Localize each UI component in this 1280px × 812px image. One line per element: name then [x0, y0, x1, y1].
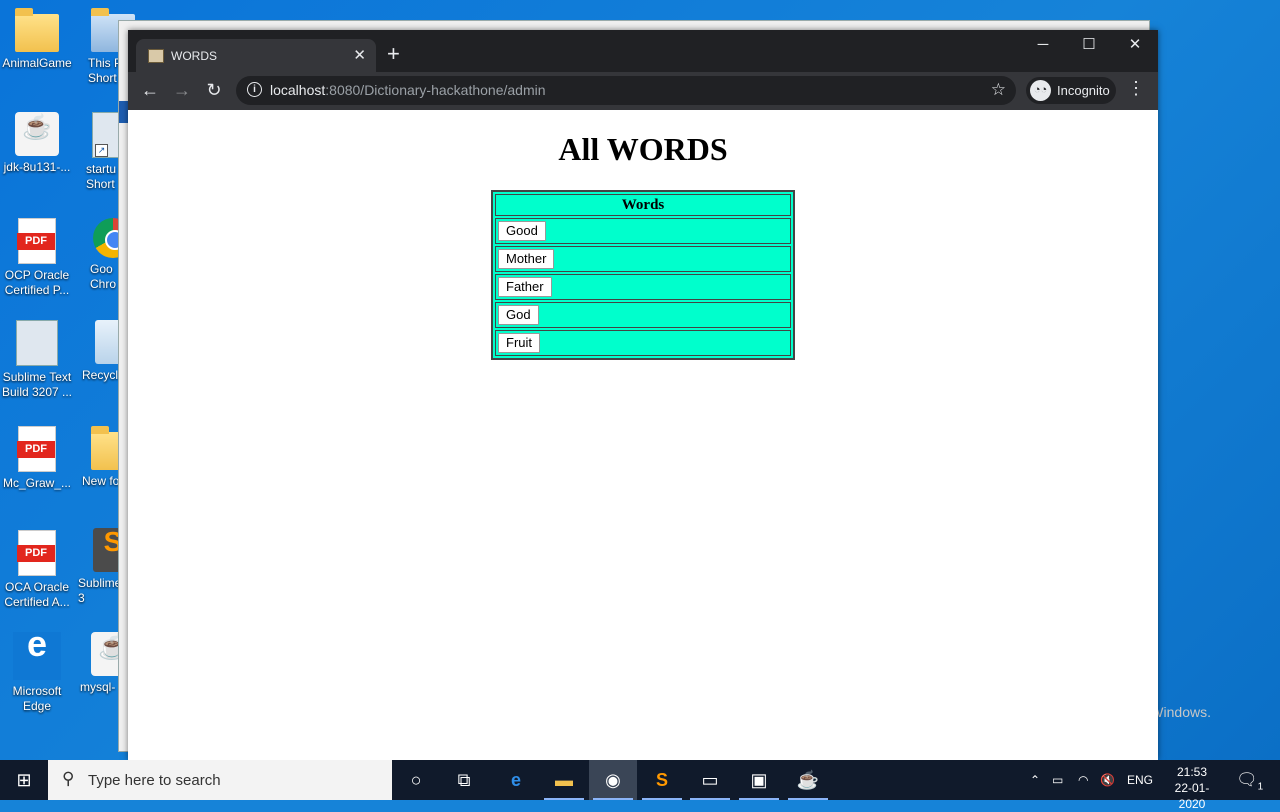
battery-icon[interactable]: ▭	[1052, 760, 1063, 800]
file-explorer-icon[interactable]: ▬	[540, 760, 588, 800]
address-bar[interactable]: i localhost:8080/Dictionary-hackathone/a…	[236, 76, 1016, 105]
pdf-file-icon: PDF	[17, 530, 56, 576]
sublime-taskbar-icon[interactable]: S	[638, 760, 686, 800]
url-path: :8080/Dictionary-hackathone/admin	[325, 82, 546, 98]
notification-icon[interactable]: 🗨1	[1236, 770, 1263, 792]
desktop-icon-label: Microsoft Edge	[12, 684, 62, 713]
back-arrow-icon[interactable]: ←	[138, 78, 162, 102]
installer-icon	[16, 320, 58, 366]
clock-date: 22-01-2020	[1174, 781, 1210, 811]
table-row: Fruit	[495, 330, 791, 356]
desktop-icon-ocp-pdf[interactable]: PDF OCP Oracle Certified P...	[0, 218, 74, 298]
pdf-file-icon: PDF	[17, 218, 56, 264]
show-hidden-icons-chevron-icon[interactable]: ⌃	[1030, 760, 1040, 800]
wifi-icon[interactable]: ◠	[1078, 760, 1088, 800]
tab-close-icon[interactable]: ✕	[353, 46, 366, 64]
desktop-icon-edge[interactable]: e Microsoft Edge	[0, 626, 74, 714]
task-view-icon[interactable]: ⧉	[440, 760, 488, 800]
table-header: Words	[495, 194, 791, 216]
java-installer-icon: ☕	[15, 112, 59, 156]
desktop-icon-sublime-installer[interactable]: Sublime Text Build 3207 ...	[0, 320, 74, 400]
close-window-button[interactable]: ✕	[1112, 34, 1158, 62]
desktop-icon-label: OCP Oracle Certified P...	[4, 268, 70, 297]
new-tab-button[interactable]: +	[387, 41, 400, 67]
search-placeholder: Type here to search	[88, 772, 221, 789]
clock[interactable]: 21:53 22-01-2020	[1162, 764, 1222, 812]
tab-words[interactable]: WORDS ✕	[136, 39, 376, 72]
mysql-taskbar-icon[interactable]: ▭	[686, 760, 734, 800]
edge-icon: e	[13, 626, 61, 680]
incognito-icon: ◔◔	[1030, 80, 1051, 101]
word-button-father[interactable]: Father	[498, 277, 552, 297]
tab-strip: WORDS ✕ + ─ ☐ ✕	[128, 30, 1158, 72]
favicon-icon	[148, 49, 164, 63]
table-row: Father	[495, 274, 791, 300]
word-button-god[interactable]: God	[498, 305, 539, 325]
desktop-icon-label: Sublime Text Build 3207 ...	[1, 370, 73, 399]
url-host: localhost	[270, 82, 326, 98]
desktop-icon-label: jdk-8u131-...	[3, 160, 71, 174]
table-row: Good	[495, 218, 791, 244]
desktop-icon-label: OCA Oracle Certified A...	[4, 580, 70, 609]
cortana-icon[interactable]: ○	[392, 760, 440, 800]
incognito-badge[interactable]: ◔◔ Incognito	[1026, 77, 1116, 104]
word-button-good[interactable]: Good	[498, 221, 546, 241]
edge-taskbar-icon[interactable]: e	[492, 760, 540, 800]
reload-icon[interactable]: ↻	[202, 78, 226, 102]
command-prompt-icon[interactable]: ▣	[735, 760, 783, 800]
desktop-icon-animalgame[interactable]: AnimalGame	[0, 8, 74, 71]
clock-time: 21:53	[1176, 765, 1208, 779]
search-icon: ⚲	[62, 769, 75, 788]
word-button-fruit[interactable]: Fruit	[498, 333, 540, 353]
desktop-icon-label: Mc_Graw_...	[2, 476, 71, 490]
info-icon[interactable]: i	[247, 82, 262, 97]
url-text[interactable]: localhost:8080/Dictionary-hackathone/adm…	[270, 82, 546, 98]
folder-icon	[15, 8, 59, 52]
menu-kebab-icon[interactable]: ⋮	[1126, 78, 1146, 99]
desktop-icon-mcgraw-pdf[interactable]: PDF Mc_Graw_...	[0, 426, 74, 491]
table-row: God	[495, 302, 791, 328]
desktop-icon-oca-pdf[interactable]: PDF OCA Oracle Certified A...	[0, 530, 74, 610]
pdf-file-icon: PDF	[17, 426, 56, 472]
volume-muted-icon[interactable]: 🔇	[1100, 760, 1115, 800]
word-button-mother[interactable]: Mother	[498, 249, 555, 269]
maximize-button[interactable]: ☐	[1066, 34, 1112, 62]
browser-toolbar: ← → ↻ i localhost:8080/Dictionary-hackat…	[128, 72, 1158, 110]
notification-count: 1	[1257, 781, 1264, 793]
minimize-button[interactable]: ─	[1020, 34, 1066, 62]
language-indicator[interactable]: ENG	[1127, 760, 1153, 800]
page-title: All WORDS	[558, 131, 728, 167]
tab-title: WORDS	[171, 49, 217, 63]
incognito-label: Incognito	[1057, 83, 1110, 98]
browser-window: WORDS ✕ + ─ ☐ ✕ ← → ↻ i localhost:8080/D…	[128, 30, 1158, 760]
windows-start-icon[interactable]: ⊞	[0, 760, 48, 800]
forward-arrow-icon[interactable]: →	[170, 78, 194, 102]
words-table: Words Good Mother Father God Fruit	[491, 190, 795, 360]
page-content: All WORDS Words Good Mother Father God F…	[128, 110, 1158, 760]
desktop-icon-label: AnimalGame	[2, 56, 72, 70]
taskbar: ⊞ ⚲ Type here to search ○ ⧉ e ▬ ◉ S ▭ ▣ …	[0, 760, 1280, 811]
desktop-icon-jdk[interactable]: ☕ jdk-8u131-...	[0, 112, 74, 175]
java-taskbar-icon[interactable]: ☕	[784, 760, 832, 800]
bookmark-star-icon[interactable]: ☆	[991, 80, 1006, 100]
taskbar-search-box[interactable]: ⚲ Type here to search	[48, 760, 392, 800]
table-row: Mother	[495, 246, 791, 272]
chrome-taskbar-icon[interactable]: ◉	[589, 760, 637, 800]
